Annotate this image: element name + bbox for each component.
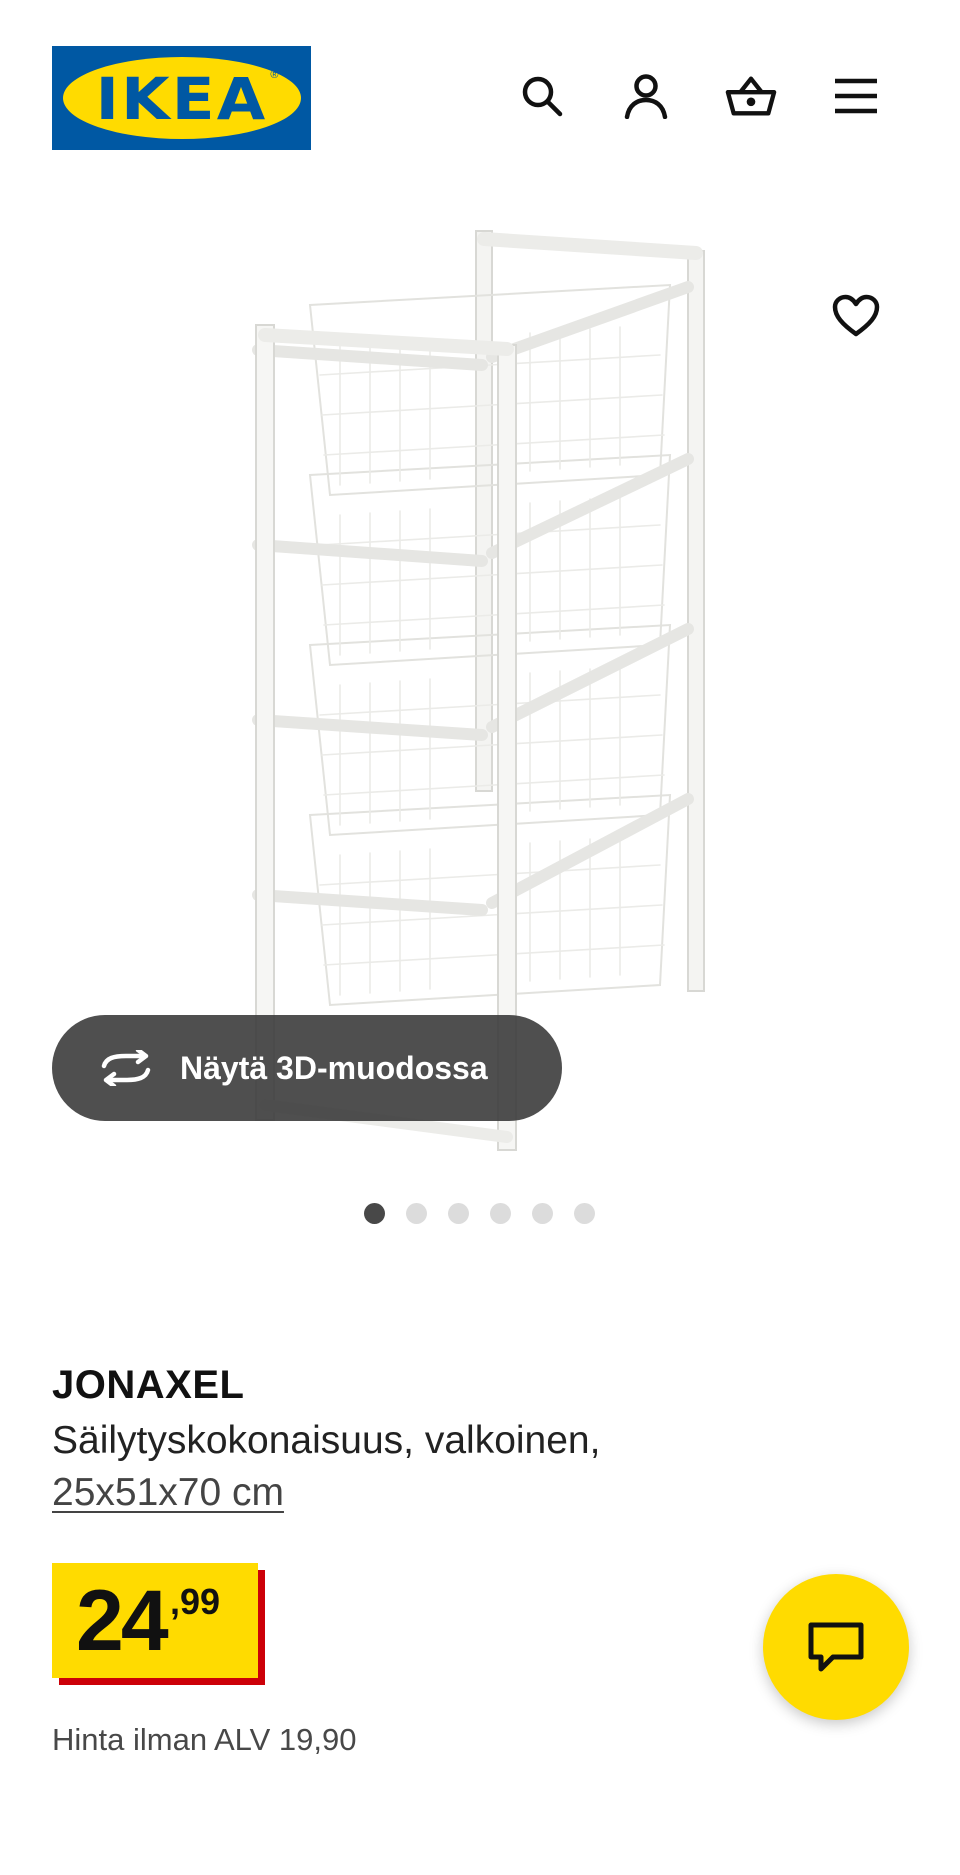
price-integer: 24 bbox=[76, 1573, 169, 1669]
price-decimal: ,99 bbox=[170, 1581, 221, 1622]
carousel-dot[interactable] bbox=[448, 1203, 469, 1224]
ikea-logo[interactable]: IKEA ® bbox=[52, 46, 311, 150]
chat-icon bbox=[808, 1622, 864, 1672]
favorite-heart-icon[interactable] bbox=[830, 290, 882, 342]
logo-text: IKEA bbox=[95, 65, 268, 133]
product-description: Säilytyskokonaisuus, valkoinen, 25x51x70… bbox=[52, 1415, 912, 1519]
carousel-dot[interactable] bbox=[406, 1203, 427, 1224]
price-tag: 24 ,99 bbox=[52, 1563, 258, 1678]
account-icon[interactable] bbox=[620, 70, 672, 122]
product-name: JONAXEL bbox=[52, 1363, 245, 1407]
logo-registered-mark: ® bbox=[270, 69, 279, 81]
view-3d-button[interactable]: Näytä 3D-muodossa bbox=[52, 1015, 562, 1121]
rotate-3d-icon bbox=[98, 1048, 158, 1088]
price-excluding-vat: Hinta ilman ALV 19,90 bbox=[52, 1722, 357, 1757]
header: IKEA ® bbox=[0, 0, 960, 160]
carousel-dot[interactable] bbox=[532, 1203, 553, 1224]
product-dimensions-link[interactable]: 25x51x70 cm bbox=[52, 1471, 284, 1514]
carousel-dot[interactable] bbox=[574, 1203, 595, 1224]
chat-button[interactable] bbox=[763, 1574, 909, 1720]
search-icon[interactable] bbox=[516, 70, 568, 122]
carousel-dot[interactable] bbox=[364, 1203, 385, 1224]
logo-oval: IKEA ® bbox=[62, 57, 301, 139]
carousel-dot[interactable] bbox=[490, 1203, 511, 1224]
basket-icon[interactable] bbox=[725, 70, 777, 122]
view-3d-label: Näytä 3D-muodossa bbox=[180, 1049, 488, 1086]
image-carousel-dots bbox=[364, 1203, 595, 1224]
product-type: Säilytyskokonaisuus, valkoinen, bbox=[52, 1419, 601, 1462]
menu-icon[interactable] bbox=[830, 70, 882, 122]
